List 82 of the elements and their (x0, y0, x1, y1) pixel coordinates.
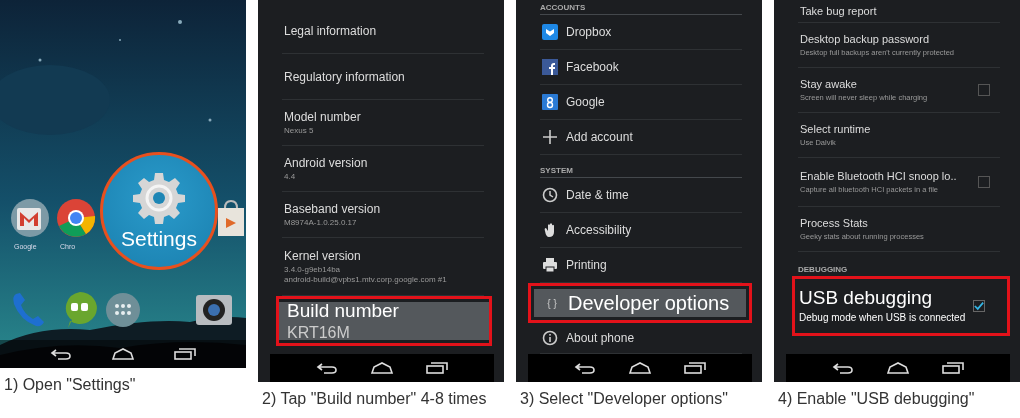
settings-item[interactable]: Accessibility (540, 213, 742, 248)
item-title: Developer options (568, 292, 731, 314)
step-caption: 4) Enable "USB debugging" (777, 389, 976, 408)
item-summary: 3.4.0-g9eb14ba android-build@vpbs1.mtv.corp.google.com #1 (284, 264, 448, 285)
plus-icon (542, 129, 558, 145)
checkbox[interactable] (978, 84, 990, 96)
section-header: DEBUGGING (798, 264, 849, 276)
recent-apps-icon[interactable] (684, 362, 706, 374)
settings-item[interactable]: Take bug report (798, 0, 1000, 23)
item-title: Build number (287, 300, 400, 322)
recent-apps-icon[interactable] (942, 362, 964, 374)
item-title: Desktop backup password (800, 32, 930, 46)
settings-item[interactable]: Regulatory information (282, 54, 484, 100)
item-title: Accessibility (566, 223, 633, 237)
settings-item[interactable]: Android version 4.4 (282, 146, 484, 192)
item-title: Date & time (566, 188, 630, 202)
back-icon[interactable] (574, 362, 596, 374)
item-title: Take bug report (800, 4, 878, 18)
item-title: Google (566, 95, 606, 109)
item-title: Select runtime (800, 122, 872, 136)
shopping-bag-icon[interactable] (218, 200, 244, 238)
clock-icon (542, 187, 558, 203)
browser-app-icon[interactable] (56, 198, 96, 238)
app-grid-icon[interactable] (103, 290, 143, 330)
checkbox[interactable] (973, 300, 986, 312)
item-title: Process Stats (800, 216, 869, 230)
recent-apps-icon[interactable] (174, 348, 197, 360)
item-title: Model number (284, 109, 362, 124)
step-caption: 2) Tap "Build number" 4-8 times (261, 389, 488, 408)
item-title: USB debugging (799, 287, 934, 309)
section-header: ACCOUNTS (540, 0, 742, 15)
settings-item[interactable]: Dropbox (540, 15, 742, 50)
item-summary: KRT16M (287, 324, 351, 342)
recent-apps-icon[interactable] (426, 362, 448, 374)
item-title: Printing (566, 258, 608, 272)
item-title: Baseband version (284, 201, 382, 216)
home-icon[interactable] (886, 362, 910, 374)
settings-item[interactable]: Baseband version M8974A-1.0.25.0.17 (282, 192, 484, 238)
item-title: Regulatory information (284, 69, 406, 84)
settings-item[interactable]: Add account (540, 120, 742, 155)
item-summary: Nexus 5 (284, 125, 315, 136)
home-icon[interactable] (628, 362, 652, 374)
settings-item[interactable]: { } Developer options (528, 283, 752, 323)
settings-item[interactable]: Build number KRT16M (276, 296, 492, 346)
item-title: Dropbox (566, 25, 613, 39)
account-icon (542, 59, 558, 75)
back-icon[interactable] (832, 362, 854, 374)
settings-item[interactable]: Printing (540, 248, 742, 283)
settings-item[interactable]: Google (540, 85, 742, 120)
item-title: Legal information (284, 23, 378, 38)
settings-item[interactable]: Model number Nexus 5 (282, 100, 484, 146)
item-summary: Debug mode when USB is connected (799, 311, 966, 325)
item-title: Add account (566, 130, 634, 144)
settings-item[interactable]: Legal information (282, 8, 484, 54)
settings-item[interactable]: Facebook (540, 50, 742, 85)
home-icon[interactable] (370, 362, 394, 374)
braces-icon: { } (544, 297, 560, 309)
settings-item[interactable]: Date & time (540, 178, 742, 213)
back-icon[interactable] (49, 348, 72, 360)
step-caption: 1) Open "Settings" (3, 375, 137, 394)
item-title: Facebook (566, 60, 620, 74)
checkbox[interactable] (978, 176, 990, 188)
item-title: Android version (284, 155, 369, 170)
item-title: Enable Bluetooth HCI snoop lo.. (800, 169, 958, 183)
gear-icon (132, 171, 186, 225)
item-title: Stay awake (800, 77, 858, 91)
settings-item[interactable]: Kernel version 3.4.0-g9eb14ba android-build@vpbs1.mtv.corp.google.com #1 (282, 238, 484, 296)
info-icon (542, 330, 558, 346)
mail-app-icon[interactable] (10, 198, 50, 238)
app-label: Settings (121, 227, 197, 251)
step-caption: 3) Select "Developer options" (519, 389, 729, 408)
item-summary: 4.4 (284, 171, 297, 182)
section-header: SYSTEM (540, 155, 742, 178)
item-title: About phone (566, 331, 636, 345)
home-icon[interactable] (111, 348, 135, 360)
item-title: Kernel version (284, 248, 362, 263)
printer-icon (542, 257, 558, 273)
back-icon[interactable] (316, 362, 338, 374)
account-icon (542, 94, 558, 110)
item-summary: M8974A-1.0.25.0.17 (284, 217, 358, 228)
settings-item[interactable]: USB debugging Debug mode when USB is connected (792, 276, 1010, 336)
account-icon (542, 24, 558, 40)
